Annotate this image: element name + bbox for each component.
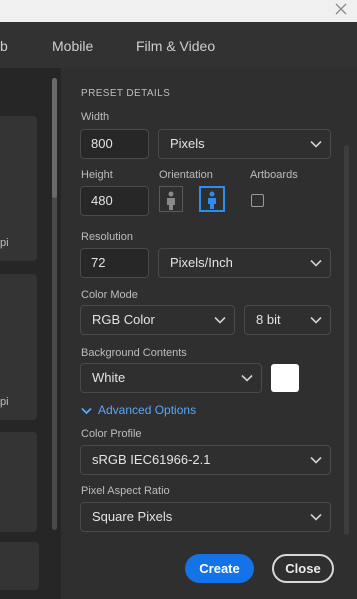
tab-mobile[interactable]: Mobile xyxy=(52,38,93,54)
advanced-options-label: Advanced Options xyxy=(98,403,197,417)
preset-card[interactable] xyxy=(0,432,37,532)
advanced-options-toggle[interactable]: Advanced Options xyxy=(81,403,196,417)
bit-depth-value: 8 bit xyxy=(256,312,281,327)
resolution-label: Resolution xyxy=(81,231,133,243)
preset-list-scroll-thumb[interactable] xyxy=(52,78,57,198)
color-mode-value: RGB Color xyxy=(92,312,155,327)
background-contents-label: Background Contents xyxy=(81,347,187,359)
chevron-down-icon xyxy=(214,316,226,324)
color-profile-value: sRGB IEC61966-2.1 xyxy=(92,452,211,467)
portrait-icon xyxy=(167,191,175,210)
orientation-label: Orientation xyxy=(159,169,213,181)
chevron-down-icon xyxy=(310,259,322,267)
width-unit-value: Pixels xyxy=(170,136,205,151)
bit-depth-select[interactable]: 8 bit xyxy=(244,305,331,335)
artboards-label: Artboards xyxy=(250,169,298,181)
close-icon[interactable] xyxy=(333,1,349,17)
color-profile-select[interactable]: sRGB IEC61966-2.1 xyxy=(80,445,331,475)
section-header: PRESET DETAILS xyxy=(81,88,171,99)
details-scrollbar[interactable] xyxy=(344,145,349,535)
preset-card-label: pi xyxy=(0,396,9,408)
pixel-aspect-ratio-value: Square Pixels xyxy=(92,509,173,524)
color-mode-select[interactable]: RGB Color xyxy=(80,305,235,335)
background-contents-select[interactable]: White xyxy=(80,363,262,393)
category-tabs: b Mobile Film & Video xyxy=(0,22,357,68)
color-mode-label: Color Mode xyxy=(81,289,138,301)
chevron-down-icon xyxy=(81,407,92,415)
chevron-down-icon xyxy=(241,374,253,382)
pixel-aspect-ratio-select[interactable]: Square Pixels xyxy=(80,502,331,532)
width-input[interactable]: 800 xyxy=(80,129,149,159)
background-contents-value: White xyxy=(92,370,126,385)
chevron-down-icon xyxy=(310,456,322,464)
background-color-swatch[interactable] xyxy=(271,364,299,392)
chevron-down-icon xyxy=(310,140,322,148)
tab-film-video[interactable]: Film & Video xyxy=(136,38,215,54)
chevron-down-icon xyxy=(310,513,322,521)
title-bar xyxy=(0,0,357,22)
portrait-orientation-button[interactable] xyxy=(159,186,183,212)
color-profile-label: Color Profile xyxy=(81,428,142,440)
preset-card-label: pi xyxy=(0,237,9,249)
artboards-checkbox[interactable] xyxy=(251,194,264,207)
width-unit-select[interactable]: Pixels xyxy=(158,129,331,159)
chevron-down-icon xyxy=(310,316,322,324)
resolution-input[interactable]: 72 xyxy=(80,248,149,278)
landscape-orientation-button[interactable] xyxy=(199,186,225,212)
resolution-unit-value: Pixels/Inch xyxy=(170,255,233,270)
close-button[interactable]: Close xyxy=(272,554,334,583)
height-input[interactable]: 480 xyxy=(80,186,149,216)
tab-web[interactable]: b xyxy=(0,38,8,54)
height-label: Height xyxy=(81,169,113,181)
create-button[interactable]: Create xyxy=(185,554,254,583)
resolution-unit-select[interactable]: Pixels/Inch xyxy=(158,248,331,278)
preset-card[interactable] xyxy=(0,542,39,590)
pixel-aspect-ratio-label: Pixel Aspect Ratio xyxy=(81,485,170,497)
width-label: Width xyxy=(81,111,110,123)
landscape-icon xyxy=(208,191,216,209)
